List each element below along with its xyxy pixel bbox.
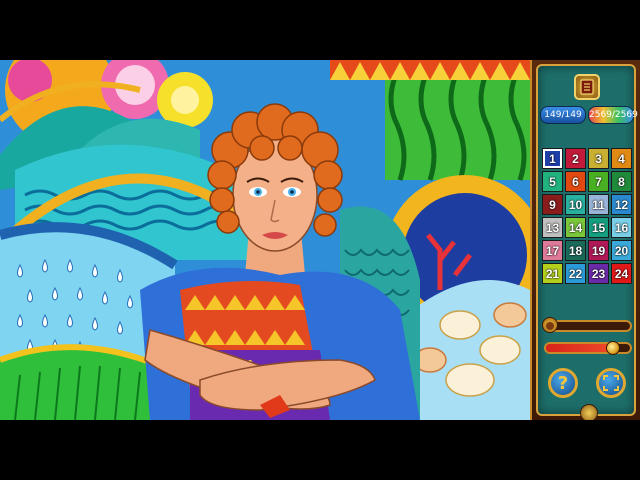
color-swatch-13[interactable]: 13 bbox=[542, 217, 563, 238]
letterbox-top bbox=[0, 0, 640, 60]
control-panel: 149/149 2569/2569 1 2 3 4 5 6 7 8 9 10 11 12 13 14 15 1… bbox=[530, 60, 640, 422]
book-icon bbox=[580, 79, 594, 95]
color-swatch-23[interactable]: 23 bbox=[588, 263, 609, 284]
color-swatch-6[interactable]: 6 bbox=[565, 171, 586, 192]
color-swatch-20[interactable]: 20 bbox=[611, 240, 632, 261]
artwork[interactable] bbox=[0, 60, 530, 420]
color-swatch-10[interactable]: 10 bbox=[565, 194, 586, 215]
color-swatch-2[interactable]: 2 bbox=[565, 148, 586, 169]
color-swatch-12[interactable]: 12 bbox=[611, 194, 632, 215]
question-icon: ? bbox=[557, 372, 569, 394]
color-palette: 1 2 3 4 5 6 7 8 9 10 11 12 13 14 15 16 17 18 19 20 21 22 23 24 bbox=[542, 148, 634, 284]
color-swatch-7[interactable]: 7 bbox=[588, 171, 609, 192]
color-swatch-1[interactable]: 1 bbox=[542, 148, 563, 169]
zoom-slider[interactable] bbox=[542, 317, 632, 333]
menu-button[interactable] bbox=[574, 74, 600, 100]
color-swatch-19[interactable]: 19 bbox=[588, 240, 609, 261]
color-swatch-5[interactable]: 5 bbox=[542, 171, 563, 192]
color-swatch-18[interactable]: 18 bbox=[565, 240, 586, 261]
color-swatch-11[interactable]: 11 bbox=[588, 194, 609, 215]
hint-counter: 2569/2569 bbox=[588, 106, 638, 124]
color-swatch-15[interactable]: 15 bbox=[588, 217, 609, 238]
panel-frame: 149/149 2569/2569 1 2 3 4 5 6 7 8 9 10 11 12 13 14 15 1… bbox=[536, 64, 638, 422]
color-swatch-16[interactable]: 16 bbox=[611, 217, 632, 238]
color-swatch-3[interactable]: 3 bbox=[588, 148, 609, 169]
color-swatch-4[interactable]: 4 bbox=[611, 148, 632, 169]
color-swatch-8[interactable]: 8 bbox=[611, 171, 632, 192]
coloring-canvas[interactable] bbox=[0, 60, 530, 420]
color-swatch-24[interactable]: 24 bbox=[611, 263, 632, 284]
brush-slider-fill bbox=[546, 344, 613, 352]
color-swatch-17[interactable]: 17 bbox=[542, 240, 563, 261]
color-swatch-21[interactable]: 21 bbox=[542, 263, 563, 284]
brush-size-icon[interactable] bbox=[606, 341, 620, 355]
zoom-slider-fill bbox=[546, 322, 554, 330]
color-swatch-9[interactable]: 9 bbox=[542, 194, 563, 215]
expand-arrows-icon bbox=[603, 375, 619, 391]
hint-button[interactable]: ? bbox=[548, 368, 578, 398]
color-swatch-14[interactable]: 14 bbox=[565, 217, 586, 238]
fullscreen-button[interactable] bbox=[596, 368, 626, 398]
letterbox-bottom bbox=[0, 420, 640, 480]
brush-size-slider[interactable] bbox=[544, 341, 632, 355]
progress-counter: 149/149 bbox=[540, 106, 586, 124]
color-swatch-22[interactable]: 22 bbox=[565, 263, 586, 284]
